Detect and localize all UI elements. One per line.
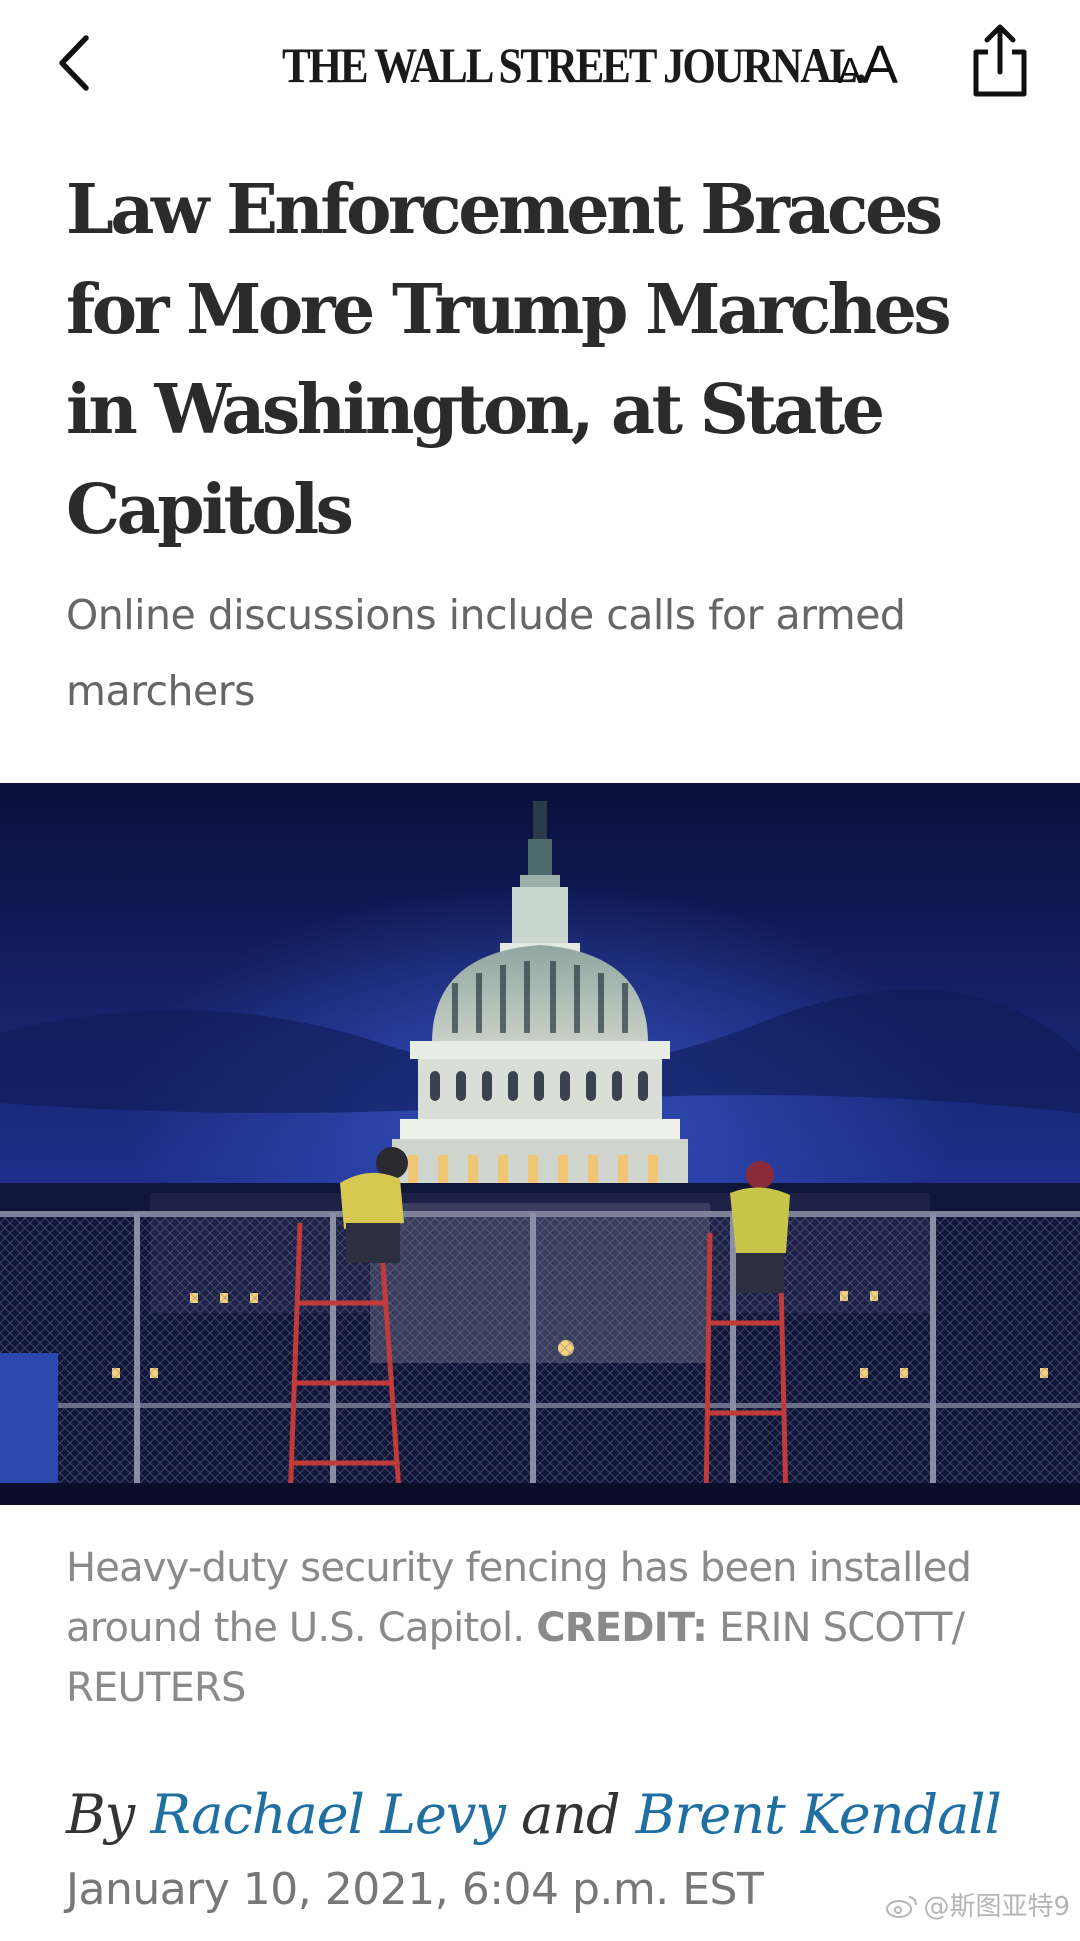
watermark-text: @斯图亚特9 [923, 1892, 1070, 1922]
back-button[interactable] [50, 30, 100, 96]
text-size-large-glyph: A [862, 35, 899, 95]
publish-timestamp: January 10, 2021, 6:04 p.m. EST [66, 1864, 764, 1915]
article-dek: Online discussions include calls for arm… [66, 591, 906, 715]
byline: By Rachael Levy and Brent Kendall [66, 1780, 1046, 1850]
byline-joiner: and [521, 1783, 621, 1846]
share-icon [973, 24, 1027, 97]
share-button[interactable] [970, 22, 1030, 100]
article-hero-image[interactable] [0, 783, 1080, 1505]
author-link-brent-kendall[interactable]: Brent Kendall [636, 1783, 1002, 1846]
image-caption: Heavy-duty security fencing has been ins… [66, 1538, 1026, 1718]
byline-prefix: By [66, 1783, 135, 1846]
text-size-button[interactable]: AA [838, 34, 918, 95]
article-headline: Law Enforcement Braces for More Trump Ma… [66, 170, 952, 550]
watermark: @斯图亚特9 [885, 1886, 1070, 1923]
top-bar: THE WALL STREET JOURNAL. AA [0, 0, 1080, 130]
capitol-fence-photo [0, 783, 1080, 1505]
masthead-logo: THE WALL STREET JOURNAL. [282, 37, 867, 93]
chevron-left-icon [59, 35, 89, 91]
credit-label: CREDIT: [536, 1605, 708, 1651]
text-size-small-glyph: A [838, 50, 863, 91]
weibo-icon [886, 1896, 918, 1918]
author-link-rachael-levy[interactable]: Rachael Levy [150, 1783, 506, 1846]
